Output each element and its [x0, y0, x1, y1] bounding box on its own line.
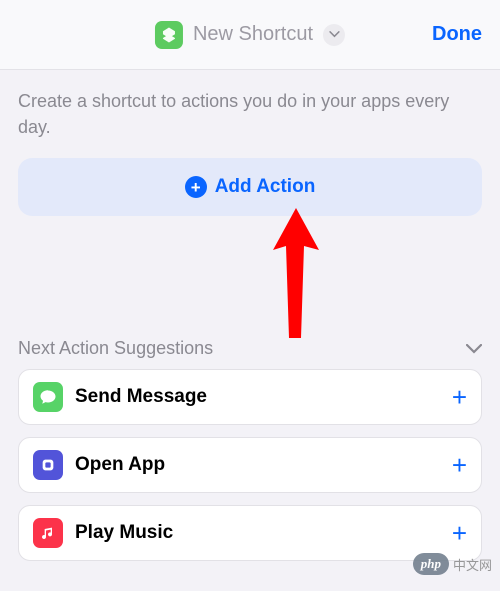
title-menu-chevron[interactable] — [323, 24, 345, 46]
add-suggestion-button[interactable]: + — [452, 450, 467, 481]
suggestions-title: Next Action Suggestions — [18, 338, 213, 359]
suggestion-label: Send Message — [75, 386, 440, 408]
shortcuts-app-icon — [155, 21, 183, 49]
content-area: Create a shortcut to actions you do in y… — [0, 70, 500, 591]
watermark: php 中文网 — [413, 553, 492, 575]
header-title-group[interactable]: New Shortcut — [155, 21, 345, 49]
suggestion-open-app[interactable]: Open App + — [18, 437, 482, 493]
suggestions-header[interactable]: Next Action Suggestions — [18, 338, 482, 359]
suggestion-label: Open App — [75, 454, 440, 476]
done-button[interactable]: Done — [432, 23, 482, 46]
add-suggestion-button[interactable]: + — [452, 382, 467, 413]
add-action-label: Add Action — [215, 176, 316, 198]
open-app-icon — [33, 450, 63, 480]
header-bar: New Shortcut Done — [0, 0, 500, 70]
suggestion-label: Play Music — [75, 522, 440, 544]
chevron-down-icon — [466, 344, 482, 354]
watermark-badge: php — [413, 553, 449, 575]
music-icon — [33, 518, 63, 548]
add-action-button[interactable]: + Add Action — [18, 158, 482, 216]
add-suggestion-button[interactable]: + — [452, 518, 467, 549]
message-icon — [33, 382, 63, 412]
plus-circle-icon: + — [185, 176, 207, 198]
page-title: New Shortcut — [193, 23, 313, 46]
chevron-down-icon — [329, 31, 340, 38]
watermark-text: 中文网 — [453, 555, 492, 574]
description-text: Create a shortcut to actions you do in y… — [18, 88, 482, 140]
suggestion-send-message[interactable]: Send Message + — [18, 369, 482, 425]
